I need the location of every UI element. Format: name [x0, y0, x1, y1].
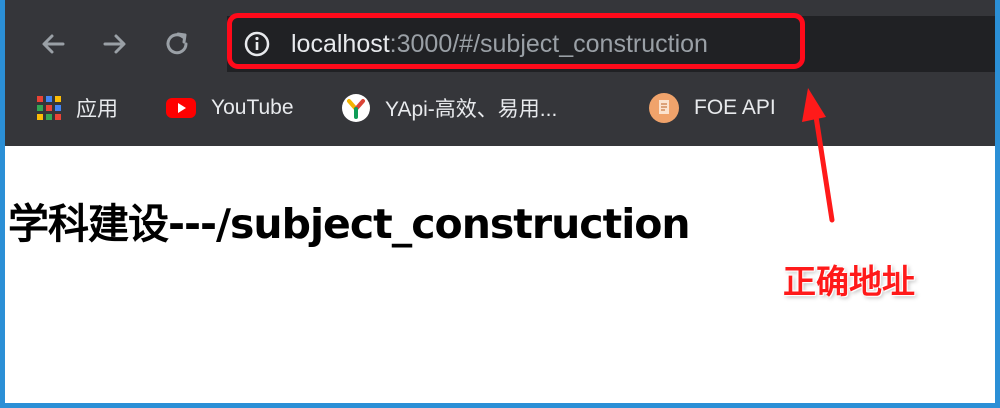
annotation-label: 正确地址 — [783, 262, 915, 301]
browser-window: localhost:3000/#/subject_construction 应用… — [5, 0, 995, 403]
red-arrow-icon — [802, 88, 835, 223]
